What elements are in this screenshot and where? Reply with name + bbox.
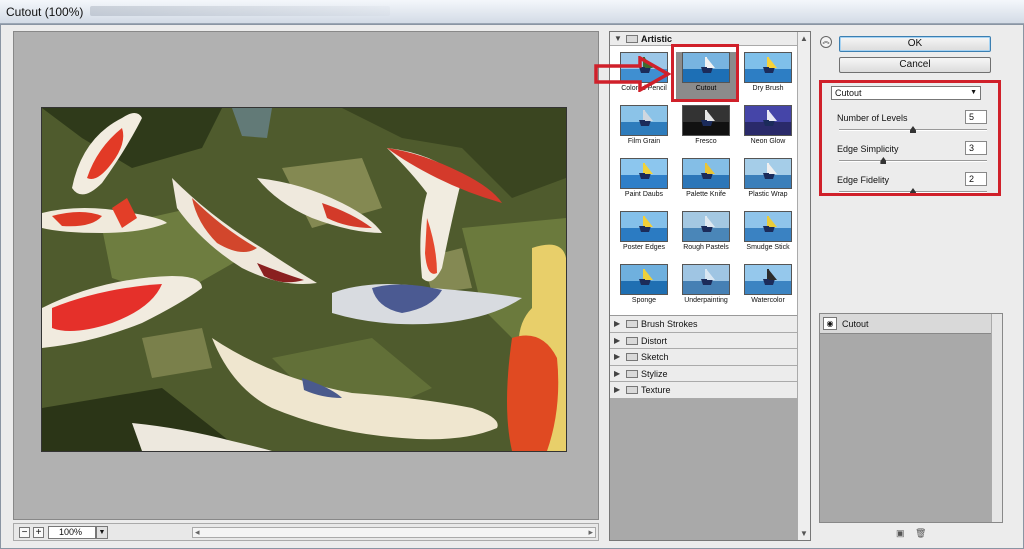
filter-preview-icon <box>682 264 730 295</box>
zoom-dropdown-arrow[interactable]: ▼ <box>96 526 108 539</box>
layers-scrollbar[interactable] <box>991 314 1002 522</box>
filter-preview-icon <box>682 211 730 242</box>
folder-icon <box>626 336 638 345</box>
filter-thumb-label: Fresco <box>695 138 717 145</box>
filter-thumb-poster-edges[interactable]: Poster Edges <box>614 211 674 261</box>
collapse-gallery-icon[interactable]: ︽ <box>820 36 832 48</box>
filter-thumb-paint-daubs[interactable]: Paint Daubs <box>614 158 674 208</box>
layer-actions: ▣ 🗑 <box>896 528 934 539</box>
scroll-right-icon[interactable]: ▸ <box>588 527 593 538</box>
category-label: Stylize <box>641 368 668 379</box>
scroll-down-icon[interactable]: ▼ <box>800 529 808 538</box>
filter-preview-icon <box>620 105 668 136</box>
filter-thumb-plastic-wrap[interactable]: Plastic Wrap <box>738 158 798 208</box>
category-distort[interactable]: ▶ Distort <box>610 332 798 349</box>
preview-area[interactable] <box>13 31 599 520</box>
ok-button[interactable]: OK <box>839 36 991 52</box>
horizontal-scrollbar[interactable]: ◂ ▸ <box>192 527 596 538</box>
filter-preview-icon <box>744 158 792 189</box>
category-label: Texture <box>641 385 671 395</box>
filter-thumb-palette-knife[interactable]: Palette Knife <box>676 158 736 208</box>
zoom-out-button[interactable]: − <box>19 527 30 538</box>
zoom-bar: − + 100% ▼ ◂ ▸ <box>13 523 599 541</box>
filter-thumb-label: Poster Edges <box>622 244 666 251</box>
filter-preview-icon <box>620 158 668 189</box>
collapsed-triangle-icon[interactable]: ▶ <box>614 316 620 332</box>
scroll-up-icon[interactable]: ▲ <box>800 34 808 43</box>
zoom-in-button[interactable]: + <box>33 527 44 538</box>
filter-gallery: ▼ Artistic Colored Pencil Cutout Dry Brush… <box>609 31 811 541</box>
filter-thumb-label: Film Grain <box>627 138 661 145</box>
filter-thumb-label: Rough Pastels <box>683 244 729 251</box>
folder-icon <box>626 369 638 378</box>
annotation-box-cutout-thumbnail <box>671 44 739 102</box>
expand-triangle-icon[interactable]: ▼ <box>614 32 622 46</box>
filter-thumb-label: Dry Brush <box>752 85 784 92</box>
category-label: Distort <box>641 335 668 346</box>
filter-preview-icon <box>682 158 730 189</box>
filter-preview-icon <box>744 264 792 295</box>
folder-icon <box>626 386 638 394</box>
filter-preview-icon <box>620 264 668 295</box>
filter-thumb-smudge-stick[interactable]: Smudge Stick <box>738 211 798 261</box>
zoom-level-field[interactable]: 100% <box>48 526 96 539</box>
filter-preview-icon <box>744 52 792 83</box>
category-label: Brush Strokes <box>641 319 698 329</box>
folder-icon <box>626 320 638 328</box>
scroll-left-icon[interactable]: ◂ <box>195 527 200 538</box>
gallery-scrollbar[interactable]: ▲ ▼ <box>797 32 810 540</box>
filter-thumb-label: Smudge Stick <box>746 244 790 251</box>
annotation-box-settings <box>819 80 1001 196</box>
eye-visibility-icon[interactable]: ◉ <box>823 317 837 330</box>
filter-thumb-film-grain[interactable]: Film Grain <box>614 105 674 155</box>
category-brush-strokes[interactable]: ▶ Brush Strokes <box>610 316 798 333</box>
filter-thumb-label: Palette Knife <box>686 191 726 198</box>
category-label: Sketch <box>641 352 669 362</box>
collapsed-triangle-icon[interactable]: ▶ <box>614 382 620 398</box>
collapsed-triangle-icon[interactable]: ▶ <box>614 366 620 382</box>
filter-thumb-dry-brush[interactable]: Dry Brush <box>738 52 798 102</box>
gallery-empty-space <box>610 423 798 540</box>
effect-layer-name: Cutout <box>842 319 869 329</box>
filter-dialog: − + 100% ▼ ◂ ▸ ▼ Artistic Colored Pencil… <box>0 24 1024 549</box>
title-bar: Cutout (100%) <box>0 0 1024 24</box>
collapsed-categories: ▶ Brush Strokes ▶ Distort ▶ Sketch ▶ Stylize ▶ Te… <box>610 316 798 399</box>
filter-thumb-fresco[interactable]: Fresco <box>676 105 736 155</box>
folder-icon <box>626 353 638 361</box>
filter-thumb-sponge[interactable]: Sponge <box>614 264 674 314</box>
filter-preview-icon <box>744 211 792 242</box>
effect-layers-panel: ◉ Cutout <box>819 313 1003 523</box>
filter-thumb-label: Neon Glow <box>750 138 786 145</box>
category-stylize[interactable]: ▶ Stylize <box>610 365 798 382</box>
filter-thumb-label: Watercolor <box>751 297 785 304</box>
blurred-menu-bar <box>90 6 390 16</box>
filter-thumb-underpainting[interactable]: Underpainting <box>676 264 736 314</box>
filter-thumb-label: Sponge <box>631 297 657 304</box>
annotation-arrow-icon <box>594 56 672 92</box>
filter-preview-icon <box>744 105 792 136</box>
cancel-button[interactable]: Cancel <box>839 57 991 73</box>
category-texture[interactable]: ▶ Texture <box>610 382 798 399</box>
category-sketch[interactable]: ▶ Sketch <box>610 349 798 366</box>
filter-thumb-neon-glow[interactable]: Neon Glow <box>738 105 798 155</box>
category-label: Artistic <box>641 34 673 44</box>
filter-thumb-label: Plastic Wrap <box>748 191 788 198</box>
delete-effect-layer-icon[interactable]: 🗑 <box>915 528 926 538</box>
window-title: Cutout (100%) <box>6 5 84 19</box>
new-effect-layer-icon[interactable]: ▣ <box>896 528 905 538</box>
koi-preview-image <box>41 107 567 452</box>
collapsed-triangle-icon[interactable]: ▶ <box>614 333 620 349</box>
filter-preview-icon <box>620 211 668 242</box>
filter-thumb-rough-pastels[interactable]: Rough Pastels <box>676 211 736 261</box>
filter-preview-icon <box>682 105 730 136</box>
effect-layer-row[interactable]: ◉ Cutout <box>820 314 991 334</box>
collapsed-triangle-icon[interactable]: ▶ <box>614 349 620 365</box>
filter-thumb-label: Underpainting <box>684 297 728 304</box>
folder-icon <box>626 35 638 43</box>
filter-thumb-label: Paint Daubs <box>624 191 664 198</box>
filter-thumb-watercolor[interactable]: Watercolor <box>738 264 798 314</box>
